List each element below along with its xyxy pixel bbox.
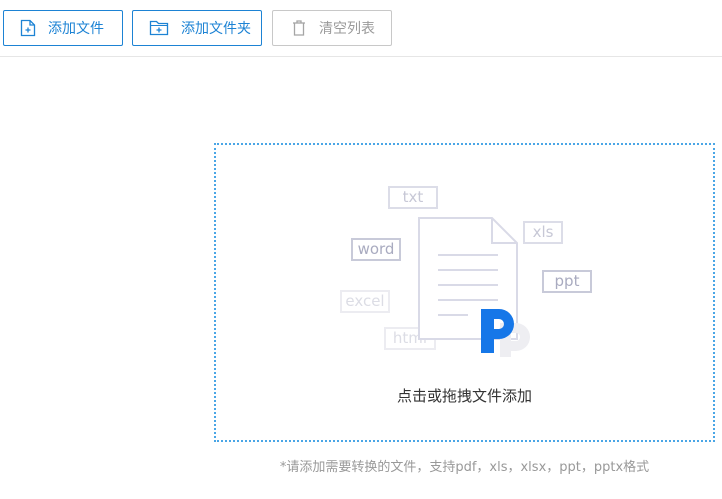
add-file-label: 添加文件 <box>48 21 104 37</box>
add-file-button[interactable]: 添加文件 <box>3 10 123 46</box>
app-logo-icon <box>481 309 530 357</box>
document-icon <box>418 217 518 340</box>
add-folder-icon <box>149 19 169 37</box>
add-folder-label: 添加文件夹 <box>181 21 251 37</box>
clear-list-button[interactable]: 清空列表 <box>272 10 392 46</box>
drop-instruction: 点击或拖拽文件添加 <box>396 387 532 405</box>
toolbar: 添加文件 添加文件夹 清空列表 <box>0 0 722 57</box>
file-drop-zone[interactable]: txt xls word ppt excel html 点击或拖拽文件添加 <box>214 143 715 442</box>
clear-list-label: 清空列表 <box>319 21 375 37</box>
add-file-icon <box>20 19 36 37</box>
app-window: 添加文件 添加文件夹 清空列表 txt xls word ppt excel h… <box>0 0 722 499</box>
add-folder-button[interactable]: 添加文件夹 <box>132 10 262 46</box>
supported-formats-hint: *请添加需要转换的文件，支持pdf，xls，xlsx，ppt，pptx格式 <box>279 460 650 475</box>
trash-icon <box>291 19 307 37</box>
